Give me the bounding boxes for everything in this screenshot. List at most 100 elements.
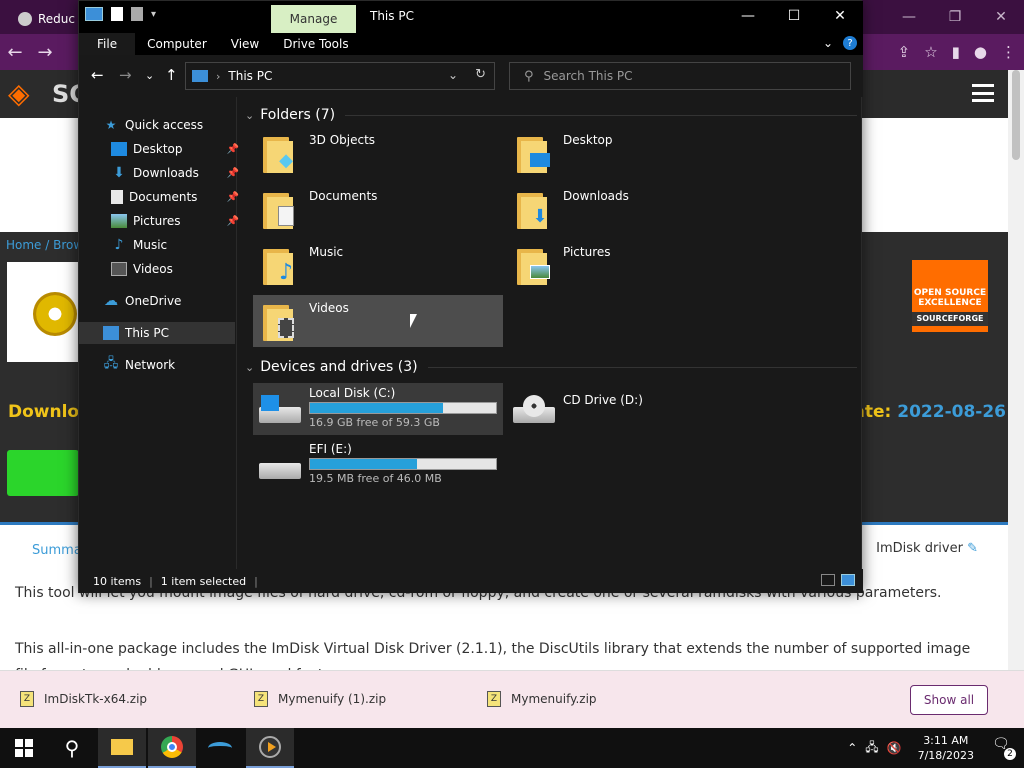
nav-item-onedrive[interactable]: ☁ OneDrive: [103, 290, 259, 312]
computer-icon: [85, 7, 103, 21]
pin-icon[interactable]: 📌: [227, 216, 239, 227]
folder-icon: [263, 303, 299, 341]
download-item[interactable]: Z ImDiskTk-x64.zip: [20, 691, 147, 707]
new-folder-icon[interactable]: [131, 7, 143, 21]
ribbon-tab-view[interactable]: View: [219, 33, 271, 55]
picture-icon: [111, 214, 127, 228]
folder-tile-pictures[interactable]: Pictures: [507, 239, 757, 291]
ribbon-tab-file[interactable]: File: [79, 33, 136, 55]
breadcrumb-chevron-icon[interactable]: ›: [216, 70, 220, 83]
devices-group-header[interactable]: ⌄ Devices and drives (3): [245, 359, 857, 375]
ribbon-tab-drive-tools[interactable]: Drive Tools: [271, 33, 360, 55]
download-item[interactable]: Z Mymenuify.zip: [487, 691, 597, 707]
download-shelf: Z ImDiskTk-x64.zip Z Mymenuify (1).zip Z…: [0, 670, 1024, 728]
large-icons-view-icon[interactable]: [841, 574, 855, 586]
breadcrumb[interactable]: Home / Brow: [6, 238, 83, 252]
nav-item-quick-access[interactable]: ★ Quick access: [103, 114, 259, 136]
tab-imdisk-driver[interactable]: ImDisk driver ✎: [876, 541, 978, 556]
sourceforge-logo-icon[interactable]: ◈: [8, 78, 44, 110]
download-filename: Mymenuify (1).zip: [278, 692, 387, 706]
hamburger-menu-icon[interactable]: [972, 84, 994, 102]
minimize-icon[interactable]: —: [725, 1, 771, 31]
search-input[interactable]: ⚲ Search This PC: [509, 62, 851, 90]
refresh-icon[interactable]: ↻: [475, 67, 486, 82]
search-icon[interactable]: ⚲: [48, 728, 96, 768]
collapse-chevron-icon[interactable]: ⌄: [245, 361, 254, 374]
address-bar[interactable]: › This PC ⌄ ↻: [185, 62, 495, 90]
nav-item-network[interactable]: 🖧 Network: [103, 354, 259, 376]
download-icon: ⬇: [113, 165, 125, 181]
close-icon[interactable]: ✕: [978, 0, 1024, 34]
scrollbar-thumb[interactable]: [1012, 70, 1020, 160]
volume-muted-icon[interactable]: 🔇: [887, 741, 902, 755]
bookmark-star-icon[interactable]: ☆: [924, 43, 937, 61]
window-title: This PC: [370, 9, 414, 23]
nav-label: Videos: [133, 262, 173, 276]
manage-context-tab[interactable]: Manage: [271, 5, 356, 33]
taskbar-app[interactable]: [196, 728, 244, 768]
customize-dropdown-icon[interactable]: ▾: [151, 9, 156, 20]
open-source-excellence-badge: OPEN SOURCE EXCELLENCE SOURCEFORGE: [912, 260, 988, 332]
folders-group-header[interactable]: ⌄ Folders (7): [245, 107, 857, 123]
restore-icon[interactable]: ❐: [932, 0, 978, 34]
close-icon[interactable]: ✕: [817, 1, 863, 31]
page-scrollbar[interactable]: [1008, 70, 1024, 670]
pin-icon[interactable]: 📌: [227, 192, 239, 203]
side-panel-icon[interactable]: ▮: [952, 43, 960, 61]
drive-tile-d[interactable]: CD Drive (D:): [507, 383, 757, 435]
drive-tile-c[interactable]: Local Disk (C:) 16.9 GB free of 59.3 GB: [253, 383, 503, 435]
maximize-icon[interactable]: ☐: [771, 1, 817, 31]
up-arrow-icon[interactable]: ↑: [165, 66, 178, 84]
folder-tile-music[interactable]: ♪ Music: [253, 239, 503, 291]
notifications-button[interactable]: 🗨 2: [992, 736, 1016, 760]
forward-arrow-icon[interactable]: →: [30, 37, 60, 67]
folder-tile-desktop[interactable]: Desktop: [507, 127, 757, 179]
cloud-icon: ☁: [104, 293, 118, 309]
network-icon[interactable]: 🖧: [865, 738, 878, 759]
description-paragraph-2: This all-in-one package includes the ImD…: [15, 641, 971, 670]
taskbar-file-explorer[interactable]: [98, 728, 146, 768]
nav-item-this-pc[interactable]: This PC: [79, 322, 235, 344]
folder-tile-3d-objects[interactable]: ◆ 3D Objects: [253, 127, 503, 179]
expand-ribbon-icon[interactable]: ⌄: [823, 36, 833, 50]
navigation-pane: ★ Quick access Desktop 📌 ⬇ Downloads 📌 D…: [79, 97, 239, 569]
pin-icon[interactable]: 📌: [227, 144, 239, 155]
show-all-button[interactable]: Show all: [910, 685, 988, 715]
profile-avatar-icon[interactable]: ●: [974, 43, 987, 61]
folder-tile-videos[interactable]: Videos: [253, 295, 503, 347]
back-arrow-icon[interactable]: ←: [91, 66, 104, 84]
download-button[interactable]: [7, 450, 79, 496]
help-icon[interactable]: ?: [843, 36, 857, 50]
pin-icon[interactable]: 📌: [227, 168, 239, 179]
minimize-icon[interactable]: —: [886, 0, 932, 34]
back-arrow-icon[interactable]: ←: [0, 37, 30, 67]
address-dropdown-icon[interactable]: ⌄: [448, 68, 458, 82]
properties-icon[interactable]: [111, 7, 123, 21]
tray-overflow-icon[interactable]: ⌃: [847, 741, 857, 755]
tab-summary[interactable]: Summa: [32, 543, 82, 558]
group-divider: [345, 114, 857, 116]
download-item[interactable]: Z Mymenuify (1).zip: [254, 691, 386, 707]
drive-tile-e[interactable]: EFI (E:) 19.5 MB free of 46.0 MB: [253, 439, 503, 491]
nav-label: This PC: [125, 326, 169, 340]
download-filename: ImDiskTk-x64.zip: [44, 692, 148, 706]
share-icon[interactable]: ⇪: [898, 43, 911, 61]
folder-tile-downloads[interactable]: ⬇ Downloads: [507, 183, 757, 235]
hard-drive-icon: [259, 451, 301, 485]
forward-arrow-icon[interactable]: →: [119, 66, 132, 84]
more-menu-icon[interactable]: ⋮: [1001, 43, 1016, 61]
collapse-chevron-icon[interactable]: ⌄: [245, 109, 254, 122]
clock[interactable]: 3:11 AM 7/18/2023: [918, 733, 974, 763]
ribbon-tab-computer[interactable]: Computer: [135, 33, 219, 55]
folder-tile-documents[interactable]: Documents: [253, 183, 503, 235]
taskbar-chrome[interactable]: [148, 728, 196, 768]
network-icon: 🖧: [103, 356, 119, 371]
address-text: This PC: [228, 69, 273, 83]
details-view-icon[interactable]: [821, 574, 835, 586]
recent-locations-icon[interactable]: ⌄: [145, 69, 154, 82]
start-button[interactable]: [0, 728, 48, 768]
star-icon: ★: [105, 118, 117, 132]
badge-line2: EXCELLENCE: [918, 298, 982, 308]
taskbar-media-player[interactable]: [246, 728, 294, 768]
group-title: Devices and drives (3): [260, 359, 418, 375]
